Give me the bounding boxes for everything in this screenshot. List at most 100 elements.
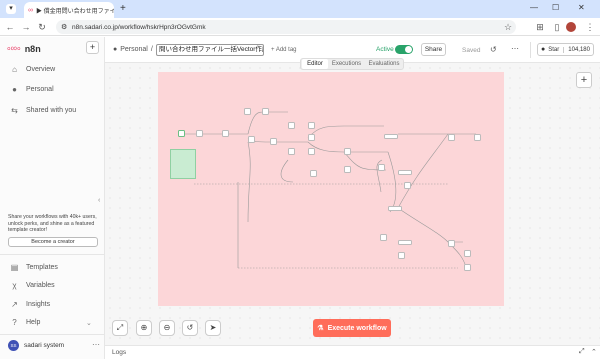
execute-workflow-button[interactable]: ⚗ Execute workflow: [313, 319, 391, 337]
workflow-sticky-frame[interactable]: [158, 72, 504, 306]
zoom-out-button[interactable]: ⊖: [159, 320, 175, 336]
back-icon[interactable]: ←: [4, 21, 16, 33]
sidebar-item-personal[interactable]: ● Personal: [10, 85, 54, 94]
sidebar-item-insights[interactable]: ↗ Insights: [10, 300, 50, 309]
become-creator-button[interactable]: Become a creator: [8, 237, 98, 247]
workflow-node[interactable]: [222, 130, 229, 137]
workflow-node[interactable]: [398, 170, 412, 175]
zoom-in-button[interactable]: ⊕: [136, 320, 152, 336]
site-info-icon[interactable]: ⚙: [61, 23, 67, 31]
expand-logs-icon[interactable]: ⤢: [579, 348, 585, 356]
workflow-node[interactable]: [464, 264, 471, 271]
help-icon: ?: [12, 318, 17, 327]
sidebar-divider: [0, 334, 105, 335]
tab-editor[interactable]: Editor: [302, 59, 328, 69]
workflow-menu-icon[interactable]: ⋯: [511, 44, 519, 53]
sidebar-item-label: Shared with you: [26, 107, 77, 114]
workflow-node[interactable]: [378, 164, 385, 171]
tab-list-icon[interactable]: ▾: [6, 4, 16, 14]
toggle-knob: [405, 46, 412, 53]
minimize-icon[interactable]: —: [530, 3, 538, 12]
workflow-node[interactable]: [248, 136, 255, 143]
profile-avatar-icon[interactable]: [566, 22, 576, 32]
workflow-node[interactable]: [398, 252, 405, 259]
active-toggle[interactable]: [395, 45, 413, 54]
sidebar-item-label: Templates: [26, 264, 58, 271]
extensions-icon[interactable]: ⊞: [534, 21, 546, 33]
n8n-logo-icon: ∘∞∘: [6, 43, 22, 53]
url-field[interactable]: ⚙ n8n.sadari.co.jp/workflow/hskrHpn3rOGv…: [56, 20, 516, 34]
sidebar-item-label: Overview: [26, 66, 56, 73]
help-chevron-icon[interactable]: ⌄: [86, 319, 92, 327]
user-icon: ●: [12, 85, 17, 94]
sticky-note-small[interactable]: [162, 76, 178, 106]
workflow-node[interactable]: [464, 250, 471, 257]
history-icon[interactable]: ↺: [490, 45, 497, 54]
user-profile[interactable]: SS sadari system: [8, 340, 64, 351]
workflow-node[interactable]: [308, 122, 315, 129]
browser-menu-icon[interactable]: ⋮: [584, 21, 596, 33]
tab-executions[interactable]: Executions: [328, 61, 365, 67]
workflow-node[interactable]: [310, 170, 317, 177]
breadcrumb-separator: /: [150, 46, 153, 53]
maximize-icon[interactable]: ☐: [552, 3, 559, 12]
logs-panel-bar[interactable]: Logs ⤢ ⌃: [105, 345, 600, 359]
workflow-node[interactable]: [380, 234, 387, 241]
address-bar-row: ← → ↻ ⚙ n8n.sadari.co.jp/workflow/hskrHp…: [0, 18, 600, 36]
sidebar-item-templates[interactable]: ▤ Templates: [10, 263, 58, 272]
add-tag-button[interactable]: + Add tag: [271, 47, 297, 53]
new-tab-button[interactable]: +: [120, 3, 126, 14]
sidebar-divider: [0, 254, 105, 255]
workflow-node[interactable]: [244, 108, 251, 115]
n8n-logo: ∘∞∘ n8n: [6, 43, 41, 54]
workflow-node[interactable]: [270, 138, 277, 145]
workflow-node[interactable]: [344, 166, 351, 173]
workflow-node[interactable]: [196, 130, 203, 137]
browser-tab[interactable]: ∞ ▶ 償金用問い合わせ用ファイル… ✕: [24, 2, 114, 18]
workflow-node[interactable]: [344, 148, 351, 155]
workflow-node[interactable]: [388, 206, 402, 211]
user-menu-icon[interactable]: ⋯: [92, 340, 100, 349]
tab-title: ▶ 償金用問い合わせ用ファイル…: [36, 8, 114, 15]
sidebar-item-variables[interactable]: χ Variables: [10, 281, 54, 290]
select-tool-button[interactable]: ➤: [205, 320, 221, 336]
flask-icon: ⚗: [317, 325, 324, 332]
workflow-node[interactable]: [398, 240, 412, 245]
star-count: 104,180: [563, 46, 593, 53]
workflow-node[interactable]: [288, 122, 295, 129]
tab-evaluations[interactable]: Evaluations: [365, 61, 403, 67]
breadcrumb-project[interactable]: Personal: [120, 46, 148, 53]
workflow-node[interactable]: [384, 134, 398, 139]
logs-chevron-icon[interactable]: ⌃: [591, 348, 597, 356]
workflow-node[interactable]: [262, 108, 269, 115]
bookmark-star-icon[interactable]: ☆: [502, 21, 514, 33]
workflow-name-field[interactable]: 問い合わせ用ファイル一括Vector作成: [156, 44, 264, 56]
saved-status: Saved: [462, 47, 481, 54]
sidebar-add-button[interactable]: +: [86, 41, 99, 54]
workflow-node[interactable]: [308, 148, 315, 155]
undo-button[interactable]: ↺: [182, 320, 198, 336]
add-node-button[interactable]: +: [576, 72, 592, 88]
reload-icon[interactable]: ↻: [36, 21, 48, 33]
workflow-node[interactable]: [448, 240, 455, 247]
sidebar-item-help[interactable]: ? Help: [10, 318, 40, 327]
promo-text: Share your workflows with 40k+ users, un…: [8, 214, 97, 234]
workflow-node[interactable]: [474, 134, 481, 141]
active-label: Active: [376, 46, 394, 53]
sticky-note-green[interactable]: [170, 149, 196, 179]
forward-icon[interactable]: →: [20, 21, 32, 33]
workflow-node[interactable]: [288, 148, 295, 155]
fit-view-button[interactable]: ⤢: [112, 320, 128, 336]
sidebar-item-overview[interactable]: ⌂ Overview: [10, 65, 55, 74]
sidebar-panel-icon[interactable]: ▯: [551, 21, 563, 33]
workflow-node[interactable]: [308, 134, 315, 141]
share-button[interactable]: Share: [421, 43, 446, 56]
sidebar-item-label: Help: [26, 319, 41, 326]
workflow-connections: [182, 111, 476, 269]
workflow-node[interactable]: [404, 182, 411, 189]
workflow-node[interactable]: [448, 134, 455, 141]
sidebar-item-shared[interactable]: ⇆ Shared with you: [10, 106, 76, 115]
workflow-node[interactable]: [178, 130, 185, 137]
close-window-icon[interactable]: ✕: [578, 3, 585, 12]
github-star-button[interactable]: ● Star 104,180: [537, 43, 594, 56]
